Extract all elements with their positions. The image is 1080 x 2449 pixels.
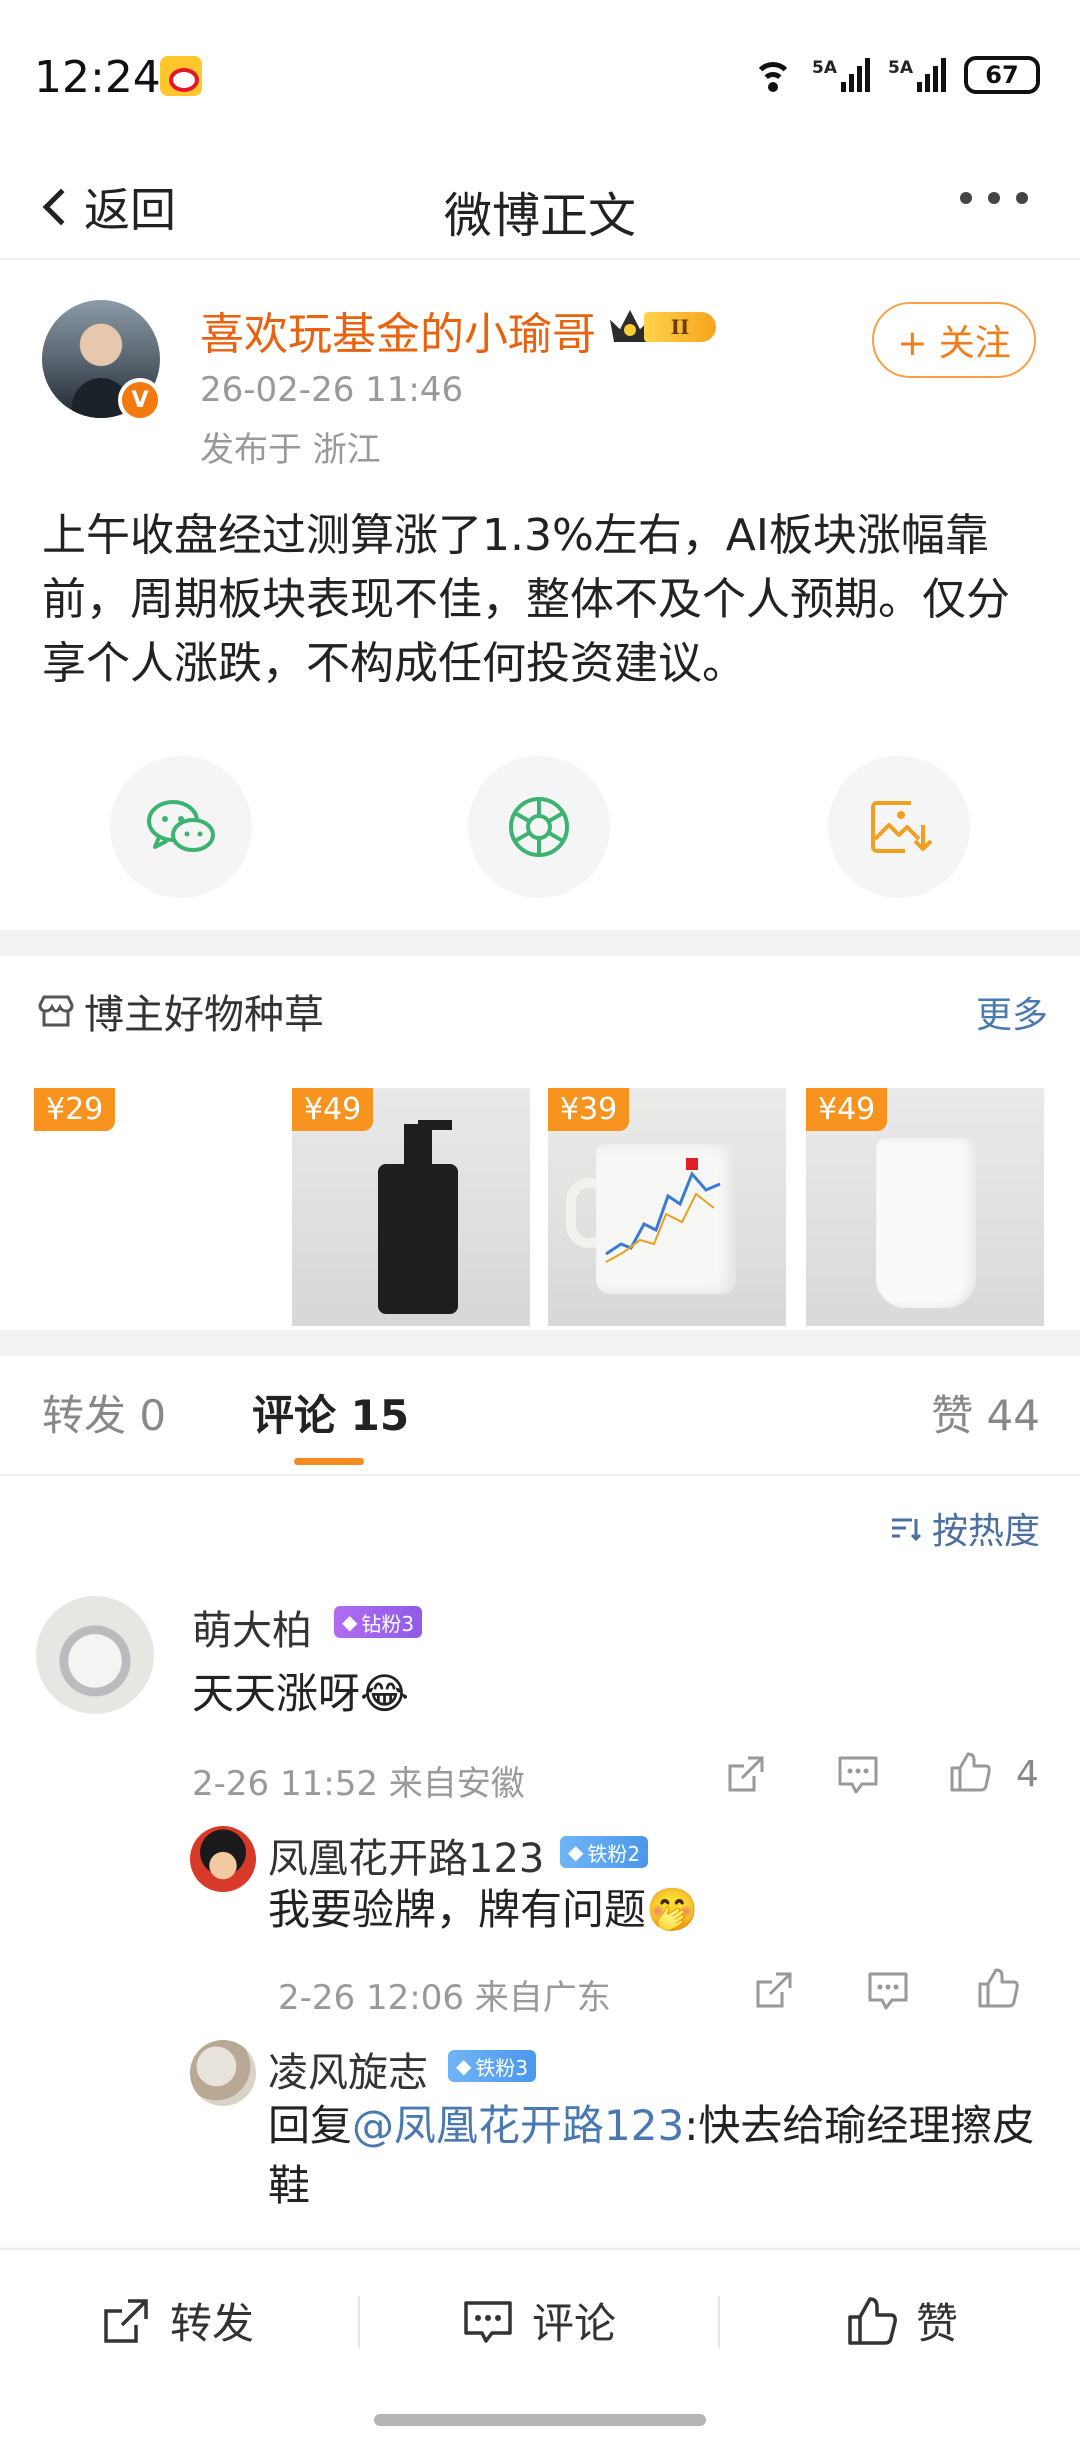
- system-icons: 5A 5A 67: [752, 56, 1040, 94]
- product-mug-image: [596, 1144, 736, 1294]
- thumbs-up-icon: [848, 2296, 897, 2345]
- signal-2-icon: 5A: [888, 58, 946, 92]
- fan-badge: ◆ 铁粉3: [448, 2050, 537, 2082]
- comment-icon: [868, 1972, 908, 2010]
- battery-icon: 67: [964, 56, 1040, 94]
- section-divider: [0, 1330, 1080, 1356]
- repost-comment-button[interactable]: [724, 1752, 768, 1796]
- share-icon: [756, 1972, 792, 2008]
- like-comment-button[interactable]: [976, 1966, 1020, 2010]
- commenter-name[interactable]: 萌大柏: [192, 1598, 312, 1656]
- signal-1-icon: 5A: [812, 58, 870, 92]
- thumbs-up-icon: [978, 1968, 1019, 2008]
- goods-price: ¥49: [806, 1088, 888, 1131]
- moments-icon: [509, 797, 569, 857]
- commenter-name[interactable]: 凌风旋志: [268, 2040, 428, 2098]
- mention-link[interactable]: @凤凰花开路123: [352, 2101, 684, 2150]
- tab-like[interactable]: 赞 44: [931, 1382, 1040, 1443]
- goods-price: ¥49: [292, 1088, 374, 1131]
- sort-icon: [891, 1518, 922, 1542]
- share-icon: [104, 2298, 148, 2343]
- page-title: 微博正文: [443, 188, 636, 244]
- comment-text: 我要验牌，牌有问题🤭: [268, 1885, 699, 1934]
- comment-meta: 2-26 11:52 来自安徽: [192, 1764, 525, 1804]
- commenter-avatar[interactable]: [190, 2040, 256, 2106]
- share-moments-button[interactable]: [468, 756, 610, 898]
- nav-bar: 返回 微博正文: [0, 150, 1080, 260]
- comment-like-count: 4: [1016, 1754, 1039, 1795]
- comment-icon: [838, 1756, 878, 1794]
- member-crown-icon[interactable]: II: [610, 306, 720, 346]
- goods-item[interactable]: ¥49: [292, 1088, 530, 1326]
- share-wechat-button[interactable]: [110, 756, 252, 898]
- diamond-icon: ◆: [456, 2054, 472, 2078]
- comment-icon: [464, 2300, 512, 2343]
- save-image-button[interactable]: [828, 756, 970, 898]
- product-bottle-image: [378, 1120, 458, 1314]
- active-tab-indicator: [294, 1458, 364, 1465]
- diamond-icon: ◆: [342, 1610, 358, 1634]
- wechat-icon: [147, 800, 215, 852]
- post-text: 上午收盘经过测算涨了1.3%左右，AI板块涨幅靠前，周期板块表现不佳，整体不及个…: [42, 510, 1010, 689]
- weibo-notification-icon: [160, 56, 202, 96]
- bottom-like-button[interactable]: 赞: [846, 2290, 958, 2351]
- fan-badge: ◆ 钻粉3: [334, 1606, 423, 1638]
- tab-repost[interactable]: 转发 0: [42, 1382, 166, 1443]
- status-bar: 12:24 5A 5A 67: [0, 0, 1080, 150]
- section-divider: [0, 930, 1080, 956]
- goods-section-title: 博主好物种草: [34, 982, 324, 1040]
- bottom-action-bar: 转发 评论 赞: [0, 2248, 1080, 2390]
- wifi-icon: [752, 58, 794, 92]
- sort-button[interactable]: 按热度: [888, 1502, 1040, 1554]
- verified-badge-icon: V: [118, 378, 162, 422]
- commenter-avatar[interactable]: [36, 1596, 154, 1714]
- comment-meta: 2-26 12:06 来自广东: [278, 1978, 611, 2018]
- goods-item[interactable]: ¥39: [548, 1088, 786, 1326]
- post-time: 26-02-26 11:46: [200, 370, 464, 410]
- post-location: 发布于 浙江: [200, 430, 381, 470]
- follow-button[interactable]: + 关注: [872, 302, 1036, 378]
- goods-item[interactable]: ¥49: [806, 1088, 1044, 1326]
- member-level: II: [644, 312, 716, 342]
- goods-price: ¥29: [34, 1088, 116, 1131]
- laughing-emoji: 😂: [360, 1669, 410, 1718]
- repost-comment-button[interactable]: [752, 1968, 796, 2012]
- bottom-comment-button[interactable]: 评论: [462, 2290, 616, 2351]
- reply-button[interactable]: [836, 1752, 880, 1796]
- shop-icon: [38, 995, 74, 1027]
- diamond-icon: ◆: [568, 1840, 584, 1864]
- reply-button[interactable]: [866, 1968, 910, 2012]
- goods-item[interactable]: ¥29: [34, 1088, 272, 1326]
- commenter-avatar[interactable]: [190, 1826, 256, 1892]
- comment-text: 天天涨呀😂: [192, 1669, 410, 1718]
- bottom-repost-button[interactable]: 转发: [100, 2290, 254, 2351]
- commenter-name[interactable]: 凤凰花开路123: [268, 1826, 544, 1884]
- smirk-emoji: 🤭: [646, 1885, 699, 1934]
- product-tube-image: [876, 1138, 976, 1308]
- like-comment-button[interactable]: [948, 1750, 992, 1794]
- more-options-button[interactable]: [960, 192, 1028, 204]
- share-icon: [728, 1756, 764, 1792]
- home-indicator[interactable]: [374, 2414, 706, 2426]
- fan-badge: ◆ 铁粉2: [560, 1836, 649, 1868]
- thumbs-up-icon: [950, 1752, 991, 1792]
- tab-comment[interactable]: 评论 15: [252, 1382, 409, 1443]
- author-name[interactable]: 喜欢玩基金的小瑜哥: [200, 298, 596, 362]
- status-time: 12:24: [34, 52, 161, 103]
- comment-text: 回复@凤凰花开路123:快去给瑜经理擦皮鞋: [268, 2101, 1035, 2210]
- save-image-icon: [871, 801, 933, 853]
- goods-price: ¥39: [548, 1088, 630, 1131]
- goods-more-link[interactable]: 更多: [976, 986, 1048, 1038]
